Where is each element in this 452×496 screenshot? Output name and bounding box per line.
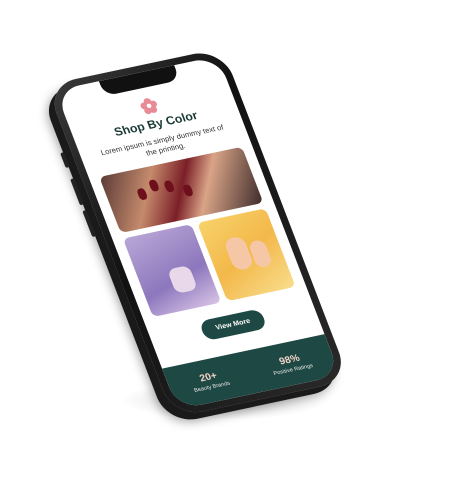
app-content: Shop By Color Lorem ipsum is simply dumm… (63, 76, 341, 410)
color-gallery (99, 146, 296, 318)
stat-beauty-brands: 20+ Beauty Brands (188, 368, 231, 393)
phone-body: Shop By Color Lorem ipsum is simply dumm… (45, 47, 350, 418)
view-more-button[interactable]: View More (198, 308, 268, 342)
phone-mockup: Shop By Color Lorem ipsum is simply dumm… (0, 27, 420, 454)
phone-screen: Shop By Color Lorem ipsum is simply dumm… (55, 55, 341, 410)
stats-bar: 20+ Beauty Brands 98% Positive Ratings (162, 334, 341, 410)
flower-icon (140, 98, 158, 115)
stat-positive-ratings: 98% Positive Ratings (268, 350, 314, 376)
volume-down-button (82, 210, 97, 238)
mute-switch (60, 152, 70, 168)
volume-up-button (70, 178, 85, 206)
